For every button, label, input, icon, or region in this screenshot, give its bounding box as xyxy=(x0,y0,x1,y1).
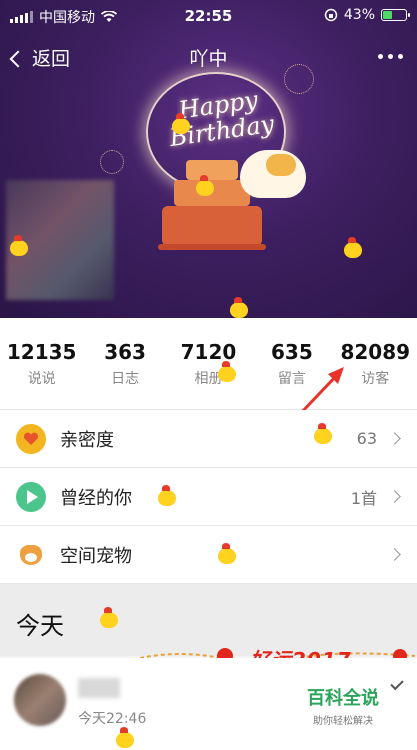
battery-percent: 43% xyxy=(343,7,375,23)
stat-value: 635 xyxy=(270,339,313,364)
chick-icon xyxy=(218,543,236,564)
profile-banner: Happy Birthday 中国移动 22:55 43% 返回 吖中 xyxy=(0,0,417,318)
more-options-button[interactable] xyxy=(378,54,403,59)
play-icon xyxy=(16,481,46,512)
profile-menu-list: 亲密度 63 曾经的你 1首 空间宠物 xyxy=(0,410,417,584)
stat-value: 7120 xyxy=(180,339,237,364)
watermark-title: 百科全说 xyxy=(307,688,379,709)
chevron-right-icon xyxy=(388,548,401,561)
stat-label: 相册 xyxy=(194,370,223,387)
chick-icon xyxy=(314,423,332,444)
chick-icon xyxy=(172,113,190,134)
heart-icon xyxy=(16,423,46,454)
section-title: 今天 xyxy=(16,612,64,640)
chick-icon xyxy=(158,485,176,506)
stat-value: 12135 xyxy=(6,339,77,364)
more-dots-icon xyxy=(378,54,383,59)
list-item-label: 亲密度 xyxy=(60,429,114,451)
list-item-label: 空间宠物 xyxy=(60,545,132,567)
blurred-username xyxy=(78,678,120,698)
list-item-value: 1首 xyxy=(350,488,377,508)
red-arrow-annotation xyxy=(298,367,344,416)
chick-icon xyxy=(196,175,214,196)
list-item-intimacy[interactable]: 亲密度 63 xyxy=(0,410,417,468)
stat-label: 说说 xyxy=(27,370,56,387)
watermark-subtitle: 助你轻松解决 xyxy=(313,716,373,727)
firework-decoration xyxy=(100,150,124,174)
chevron-right-icon xyxy=(388,490,401,503)
battery-icon xyxy=(381,9,410,21)
chick-icon xyxy=(116,727,134,748)
profile-stats: 12135 说说 363 日志 7120 相册 635 留言 82089 访客 xyxy=(0,318,417,410)
stat-rizhi[interactable]: 363 日志 xyxy=(85,340,165,388)
chevron-right-icon xyxy=(388,432,401,445)
stat-xiangce[interactable]: 7120 相册 xyxy=(168,340,248,388)
chick-icon xyxy=(100,607,118,628)
cat-illustration-icon xyxy=(240,150,306,198)
list-item-label: 曾经的你 xyxy=(60,487,132,509)
stat-shuoshuo[interactable]: 12135 说说 xyxy=(2,340,82,388)
page-title: 吖中 xyxy=(189,48,228,70)
chick-icon xyxy=(230,297,248,318)
list-item-space-pet[interactable]: 空间宠物 xyxy=(0,526,417,584)
list-item-value: 63 xyxy=(356,429,377,448)
stat-value: 363 xyxy=(104,339,146,364)
expand-check-icon[interactable] xyxy=(390,676,404,691)
list-item-past-you[interactable]: 曾经的你 1首 xyxy=(0,468,417,526)
avatar[interactable] xyxy=(14,674,66,726)
post-time: 今天22:46 xyxy=(78,711,147,727)
stat-label: 日志 xyxy=(111,370,140,387)
chick-icon xyxy=(344,237,362,258)
pet-dog-icon xyxy=(16,540,46,570)
watermark: 百科全说 助你轻松解决 xyxy=(307,684,379,727)
chick-icon xyxy=(10,235,28,256)
status-bar: 中国移动 22:55 43% xyxy=(0,0,417,32)
rotation-lock-icon xyxy=(324,8,338,22)
chick-icon xyxy=(218,361,236,382)
feed-post[interactable]: 今天22:46 百科全说 助你轻松解决 xyxy=(0,658,417,750)
nav-bar: 返回 吖中 xyxy=(0,40,417,76)
stat-value: 82089 xyxy=(340,339,411,364)
